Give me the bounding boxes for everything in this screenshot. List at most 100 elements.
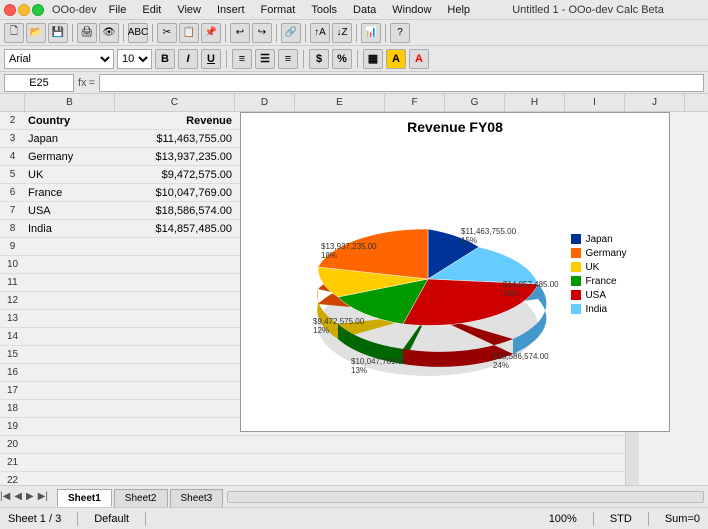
row-header-15[interactable]: 15 bbox=[0, 346, 25, 364]
cell-d22[interactable] bbox=[235, 472, 295, 485]
row-header-7[interactable]: 7 bbox=[0, 202, 25, 220]
border-button[interactable]: ▦ bbox=[363, 49, 383, 69]
row-header-10[interactable]: 10 bbox=[0, 256, 25, 274]
underline-button[interactable]: U bbox=[201, 49, 221, 69]
currency-button[interactable]: $ bbox=[309, 49, 329, 69]
col-header-i[interactable]: I bbox=[565, 94, 625, 111]
cell-c3[interactable]: $11,463,755.00 bbox=[115, 130, 235, 148]
menu-help[interactable]: Help bbox=[445, 4, 472, 16]
cell-c9[interactable] bbox=[115, 238, 235, 256]
cell-b6[interactable]: France bbox=[25, 184, 115, 202]
cell-c7[interactable]: $18,586,574.00 bbox=[115, 202, 235, 220]
open-button[interactable]: 📂 bbox=[26, 23, 46, 43]
cell-f21[interactable] bbox=[385, 454, 445, 472]
percent-button[interactable]: % bbox=[332, 49, 352, 69]
row-header-20[interactable]: 20 bbox=[0, 436, 25, 454]
preview-button[interactable]: 👁 bbox=[99, 23, 119, 43]
row-header-18[interactable]: 18 bbox=[0, 400, 25, 418]
cell-c5[interactable]: $9,472,575.00 bbox=[115, 166, 235, 184]
cell-b22[interactable] bbox=[25, 472, 115, 485]
italic-button[interactable]: I bbox=[178, 49, 198, 69]
cell-i22[interactable] bbox=[565, 472, 625, 485]
cell-c4[interactable]: $13,937,235.00 bbox=[115, 148, 235, 166]
tab-scroll-first[interactable]: |◀ bbox=[0, 491, 10, 502]
print-button[interactable]: 🖨 bbox=[77, 23, 97, 43]
cell-b15[interactable] bbox=[25, 346, 115, 364]
cell-f20[interactable] bbox=[385, 436, 445, 454]
cell-b20[interactable] bbox=[25, 436, 115, 454]
menu-data[interactable]: Data bbox=[351, 4, 378, 16]
row-header-2[interactable]: 2 bbox=[0, 112, 25, 130]
cut-button[interactable]: ✂ bbox=[157, 23, 177, 43]
align-right-button[interactable]: ≡ bbox=[278, 49, 298, 69]
cell-b8[interactable]: India bbox=[25, 220, 115, 238]
cell-f22[interactable] bbox=[385, 472, 445, 485]
cell-g20[interactable] bbox=[445, 436, 505, 454]
redo-button[interactable]: ↪ bbox=[252, 23, 272, 43]
cell-reference[interactable] bbox=[4, 74, 74, 92]
cell-g22[interactable] bbox=[445, 472, 505, 485]
cell-c21[interactable] bbox=[115, 454, 235, 472]
col-header-f[interactable]: F bbox=[385, 94, 445, 111]
bg-color-button[interactable]: A bbox=[386, 49, 406, 69]
font-size-select[interactable]: 10 bbox=[117, 49, 152, 69]
row-header-16[interactable]: 16 bbox=[0, 364, 25, 382]
cell-c16[interactable] bbox=[115, 364, 235, 382]
cell-c6[interactable]: $10,047,769.00 bbox=[115, 184, 235, 202]
save-button[interactable]: 💾 bbox=[48, 23, 68, 43]
font-color-button[interactable]: A bbox=[409, 49, 429, 69]
col-header-b[interactable]: B bbox=[25, 94, 115, 111]
cell-g21[interactable] bbox=[445, 454, 505, 472]
cell-b2[interactable]: Country bbox=[25, 112, 115, 130]
cell-c17[interactable] bbox=[115, 382, 235, 400]
cell-i21[interactable] bbox=[565, 454, 625, 472]
row-header-5[interactable]: 5 bbox=[0, 166, 25, 184]
maximize-button[interactable] bbox=[32, 4, 44, 16]
tab-scroll-prev[interactable]: ◀ bbox=[14, 491, 22, 502]
tab-scroll-last[interactable]: ▶| bbox=[38, 491, 48, 502]
cell-b4[interactable]: Germany bbox=[25, 148, 115, 166]
cell-b9[interactable] bbox=[25, 238, 115, 256]
row-header-8[interactable]: 8 bbox=[0, 220, 25, 238]
cell-c12[interactable] bbox=[115, 292, 235, 310]
font-select[interactable]: Arial bbox=[4, 49, 114, 69]
cell-e20[interactable] bbox=[295, 436, 385, 454]
cell-c2[interactable]: Revenue bbox=[115, 112, 235, 130]
cell-b18[interactable] bbox=[25, 400, 115, 418]
cell-b11[interactable] bbox=[25, 274, 115, 292]
cell-e22[interactable] bbox=[295, 472, 385, 485]
col-header-j[interactable]: J bbox=[625, 94, 685, 111]
row-header-13[interactable]: 13 bbox=[0, 310, 25, 328]
row-header-22[interactable]: 22 bbox=[0, 472, 25, 485]
cell-c13[interactable] bbox=[115, 310, 235, 328]
row-header-3[interactable]: 3 bbox=[0, 130, 25, 148]
new-button[interactable]: 🗋 bbox=[4, 23, 24, 43]
cell-c15[interactable] bbox=[115, 346, 235, 364]
cell-b3[interactable]: Japan bbox=[25, 130, 115, 148]
cell-b13[interactable] bbox=[25, 310, 115, 328]
menu-view[interactable]: View bbox=[175, 4, 203, 16]
formula-input[interactable] bbox=[99, 74, 704, 92]
chart-button[interactable]: 📊 bbox=[361, 23, 381, 43]
close-button[interactable] bbox=[4, 4, 16, 16]
horizontal-scrollbar[interactable] bbox=[227, 491, 704, 503]
hyperlink-button[interactable]: 🔗 bbox=[281, 23, 301, 43]
sheet-tab-1[interactable]: Sheet1 bbox=[57, 489, 112, 507]
cell-c18[interactable] bbox=[115, 400, 235, 418]
col-header-c[interactable]: C bbox=[115, 94, 235, 111]
undo-button[interactable]: ↩ bbox=[230, 23, 250, 43]
cell-c10[interactable] bbox=[115, 256, 235, 274]
fx-icon[interactable]: fx bbox=[78, 77, 87, 89]
cell-c22[interactable] bbox=[115, 472, 235, 485]
row-header-11[interactable]: 11 bbox=[0, 274, 25, 292]
menu-format[interactable]: Format bbox=[259, 4, 298, 16]
row-header-12[interactable]: 12 bbox=[0, 292, 25, 310]
tab-scroll-next[interactable]: ▶ bbox=[26, 491, 34, 502]
paste-button[interactable]: 📌 bbox=[201, 23, 221, 43]
row-header-19[interactable]: 19 bbox=[0, 418, 25, 436]
sheet-tab-2[interactable]: Sheet2 bbox=[114, 489, 168, 507]
cell-b16[interactable] bbox=[25, 364, 115, 382]
col-header-g[interactable]: G bbox=[445, 94, 505, 111]
cell-e21[interactable] bbox=[295, 454, 385, 472]
cell-b5[interactable]: UK bbox=[25, 166, 115, 184]
